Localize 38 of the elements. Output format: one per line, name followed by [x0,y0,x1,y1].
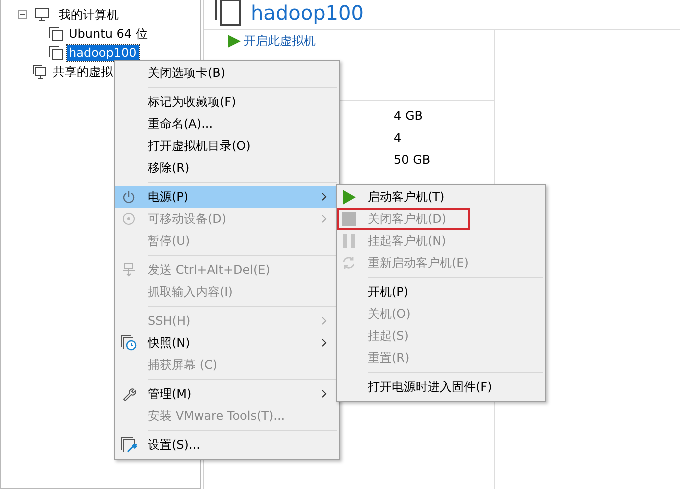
spec-value: 50 GB [394,152,432,169]
tree-item[interactable]: Ubuntu 64 位 [67,26,150,42]
monitor-icon [35,8,49,21]
collapse-toggle[interactable] [18,10,27,19]
menu-item[interactable]: 启动客户机(T) [337,186,545,208]
menu-item[interactable]: 管理(M) [115,383,339,405]
tree-item[interactable]: 我的计算机 [57,6,121,22]
menu-item[interactable]: 设置(S)... [115,434,339,456]
tree-item[interactable]: 共享的虚拟 [51,64,115,80]
menu-item[interactable]: 电源(P) [115,186,339,208]
spec-value: 4 GB [394,108,424,125]
shared-vm-icon [33,64,47,78]
pause-icon [343,234,355,248]
wrench-icon [122,387,136,401]
vm-icon [215,0,241,26]
menu-item[interactable]: 关闭选项卡(B) [115,62,339,84]
settings-icon [121,437,137,453]
stop-icon [342,212,356,226]
tree-item[interactable]: hadoop100 [67,44,139,60]
play-icon [228,35,241,48]
menu-item[interactable]: 移除(R) [115,157,339,179]
menu-item[interactable]: 快照(N) [115,332,339,354]
menu-item[interactable]: 打开电源时进入固件(F) [337,376,545,398]
vm-title: hadoop100 [251,1,364,25]
refresh-icon [342,256,356,270]
spec-value: 4 [394,130,403,147]
network-icon [122,263,136,277]
power-icon [122,190,136,204]
menu-item[interactable]: 开机(P) [337,281,545,303]
snapshot-icon [121,335,137,351]
play-icon [342,190,356,204]
vm-icon [49,26,63,40]
menu-item[interactable]: 标记为收藏项(F) [115,91,339,113]
power-on-link[interactable]: 开启此虚拟机 [244,33,316,50]
vm-icon [49,46,63,60]
menu-item[interactable]: 重命名(A)... [115,113,339,135]
menu-item[interactable]: 打开虚拟机目录(O) [115,135,339,157]
disc-icon [122,212,136,226]
